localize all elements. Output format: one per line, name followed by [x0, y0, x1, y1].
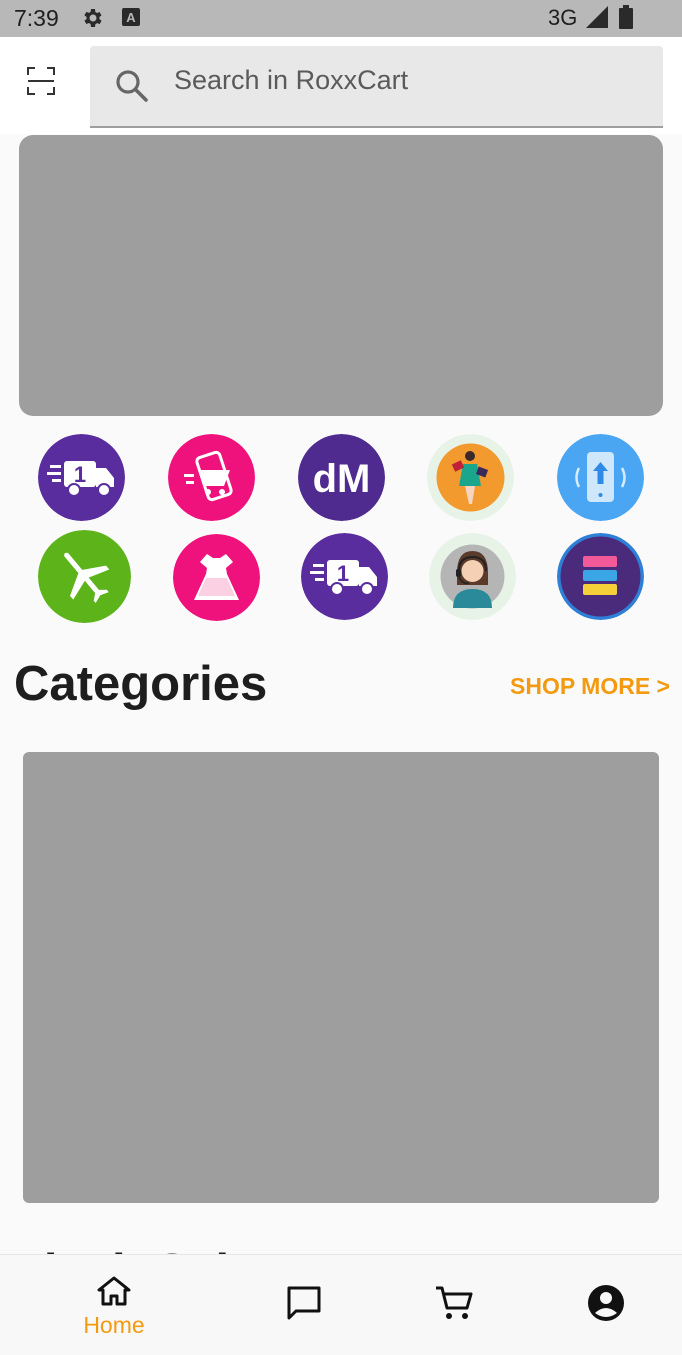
mobile-shopping-cart-icon [168, 434, 255, 521]
shortcut-sale[interactable] [427, 434, 514, 521]
search-input[interactable]: Search in RoxxCart [90, 46, 663, 128]
shortcut-dm[interactable]: dM [298, 434, 385, 521]
network-type: 3G [548, 5, 578, 30]
nav-chat[interactable] [284, 1255, 324, 1355]
gear-icon [84, 9, 102, 27]
status-bar: 7:39 A 3G [0, 0, 682, 37]
dress-icon [173, 534, 260, 621]
promo-banner[interactable] [19, 135, 663, 416]
svg-text:dM: dM [313, 457, 371, 501]
delivery-truck-icon: 1 [38, 434, 125, 521]
nav-home-label: Home [83, 1312, 145, 1338]
search-icon [116, 70, 148, 102]
dm-logo-icon: dM [298, 434, 385, 521]
home-icon [97, 1276, 131, 1306]
nav-cart[interactable] [434, 1255, 474, 1355]
svg-text:A: A [126, 10, 136, 25]
delivery-truck-icon: 1 [301, 533, 388, 620]
shortcut-travel[interactable] [38, 530, 131, 623]
shortcut-mobile-shopping[interactable] [168, 434, 255, 521]
nav-account[interactable] [586, 1255, 626, 1355]
stacked-cards-icon [557, 533, 644, 620]
shortcut-support[interactable] [429, 533, 516, 620]
sale-woman-icon [427, 434, 514, 521]
status-time: 7:39 [14, 5, 59, 31]
battery-icon [619, 5, 633, 29]
shortcut-fashion[interactable] [173, 534, 260, 621]
shortcut-cards[interactable] [557, 533, 644, 620]
chat-icon [287, 1286, 321, 1320]
search-placeholder: Search in RoxxCart [174, 65, 409, 95]
shop-more-link[interactable]: SHOP MORE > [510, 673, 670, 700]
airplane-icon [38, 530, 131, 623]
categories-banner[interactable] [23, 752, 659, 1203]
support-agent-icon [429, 533, 516, 620]
bottom-nav: Home [0, 1254, 682, 1355]
shortcut-delivery[interactable]: 1 [38, 434, 125, 521]
cart-icon [436, 1286, 473, 1319]
account-icon [588, 1285, 624, 1321]
signal-icon [586, 6, 608, 28]
categories-title: Categories [14, 657, 268, 711]
nav-home[interactable]: Home [68, 1255, 160, 1355]
shortcut-delivery-2[interactable]: 1 [301, 533, 388, 620]
a-box-icon: A [122, 8, 140, 26]
scan-icon[interactable] [26, 66, 56, 96]
shortcut-phone-upload[interactable] [557, 434, 644, 521]
phone-upload-icon [557, 434, 644, 521]
